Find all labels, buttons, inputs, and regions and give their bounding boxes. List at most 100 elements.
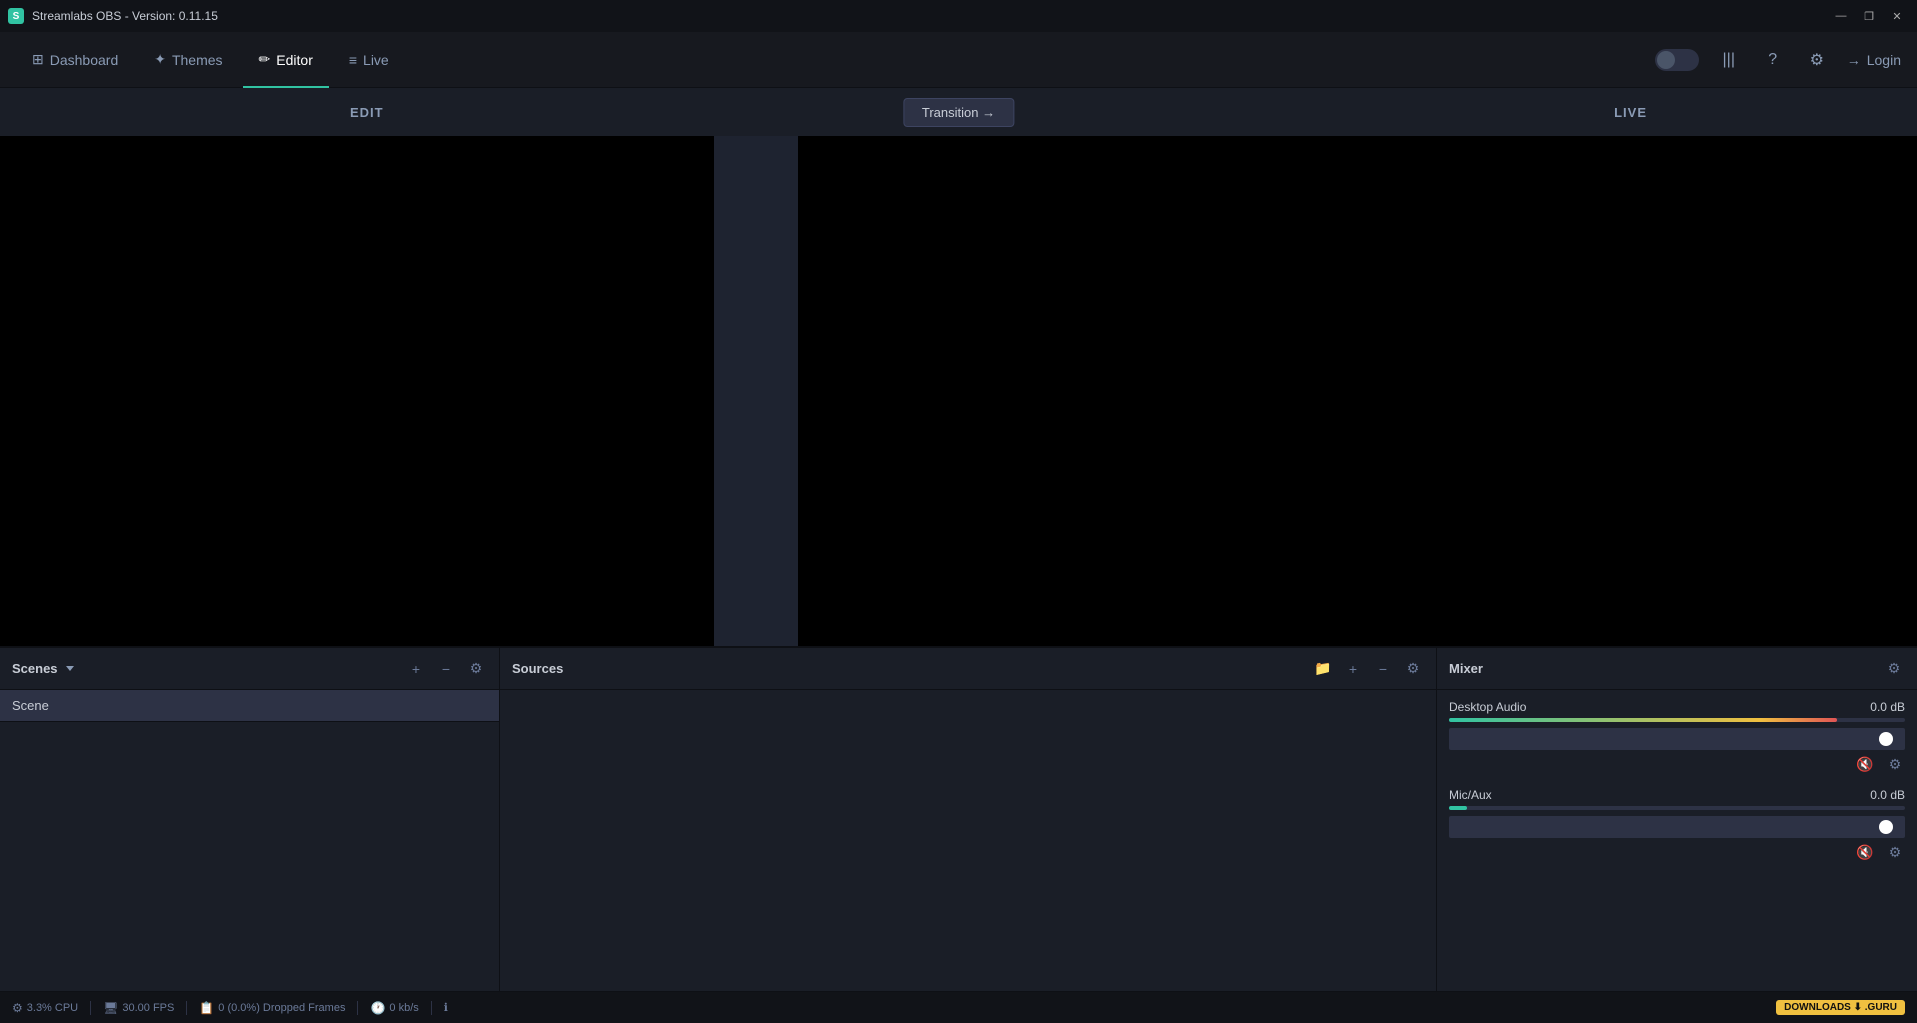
mixer-channel-desktop-db: 0.0 dB — [1870, 700, 1905, 714]
mixer-title-text: Mixer — [1449, 661, 1483, 676]
scene-item[interactable]: Scene — [0, 690, 499, 722]
mixer-fader-thumb-mic[interactable] — [1879, 820, 1893, 834]
studio-area: EDIT Transition → LIVE — [0, 88, 1917, 646]
mixer-panel-actions: ⚙ — [1883, 658, 1905, 680]
sources-folder-button[interactable]: 📁 — [1312, 658, 1334, 680]
scenes-panel-actions: + − ⚙ — [405, 658, 487, 680]
mixer-panel-header: Mixer ⚙ — [1437, 648, 1917, 690]
themes-icon: ✦ — [154, 51, 166, 68]
statusbar: ⚙ 3.3% CPU 🖥 30.00 FPS 📋 0 (0.0%) Droppe… — [0, 991, 1917, 1023]
status-info[interactable]: ℹ — [432, 1001, 460, 1014]
help-button[interactable]: ? — [1759, 46, 1787, 74]
sources-panel-header: Sources 📁 + − ⚙ — [500, 648, 1436, 690]
sources-settings-button[interactable]: ⚙ — [1402, 658, 1424, 680]
live-label: LIVE — [999, 105, 1917, 120]
scenes-add-button[interactable]: + — [405, 658, 427, 680]
studio-canvases — [0, 136, 1917, 646]
minimize-button[interactable]: — — [1829, 6, 1853, 26]
mixer-channels: Desktop Audio 0.0 dB 🔇 ⚙ Mic/Aux — [1437, 690, 1917, 991]
live-canvas — [798, 136, 1917, 646]
mixer-panel-title: Mixer — [1449, 661, 1483, 676]
edit-canvas[interactable] — [0, 136, 714, 646]
mixer-fader-mic[interactable] — [1449, 816, 1905, 838]
mixer-settings-mic[interactable]: ⚙ — [1885, 842, 1905, 862]
mixer-channel-desktop-name: Desktop Audio — [1449, 700, 1526, 714]
mixer-channel-mic-db: 0.0 dB — [1870, 788, 1905, 802]
scenes-panel: Scenes + − ⚙ Scene — [0, 648, 500, 991]
network-label: 0 kb/s — [389, 1002, 418, 1014]
sources-panel-title: Sources — [512, 661, 563, 676]
scenes-dropdown-icon[interactable] — [66, 666, 74, 671]
app-icon: S — [8, 8, 24, 24]
cpu-icon: ⚙ — [12, 1001, 23, 1015]
network-icon: 🕐 — [370, 1001, 385, 1015]
mixer-panel: Mixer ⚙ Desktop Audio 0.0 dB 🔇 — [1437, 648, 1917, 991]
mixer-channel-mic-header: Mic/Aux 0.0 dB — [1449, 788, 1905, 802]
mixer-mute-desktop[interactable]: 🔇 — [1855, 754, 1875, 774]
theme-toggle[interactable] — [1655, 49, 1699, 71]
app-title: Streamlabs OBS - Version: 0.11.15 — [32, 9, 218, 23]
mixer-level-fill-desktop — [1449, 718, 1837, 722]
login-icon: → — [1847, 52, 1861, 68]
scenes-list: Scene — [0, 690, 499, 991]
scenes-title-text: Scenes — [12, 661, 58, 676]
titlebar-left: S Streamlabs OBS - Version: 0.11.15 — [8, 8, 218, 24]
mixer-channel-mic-name: Mic/Aux — [1449, 788, 1492, 802]
editor-icon: ✏ — [259, 51, 271, 68]
nav-item-editor[interactable]: ✏ Editor — [243, 32, 329, 88]
scenes-panel-title: Scenes — [12, 661, 74, 676]
nav-label-themes: Themes — [172, 52, 223, 68]
nav-label-dashboard: Dashboard — [50, 52, 119, 68]
fps-label: 30.00 FPS — [122, 1002, 174, 1014]
downloads-badge[interactable]: DOWNLOADS ⬇ .GURU — [1776, 1000, 1905, 1015]
maximize-button[interactable]: ❐ — [1857, 6, 1881, 26]
mixer-settings-button[interactable]: ⚙ — [1883, 658, 1905, 680]
nav-item-themes[interactable]: ✦ Themes — [138, 32, 238, 88]
status-dropped: 📋 0 (0.0%) Dropped Frames — [187, 1001, 358, 1015]
scenes-panel-header: Scenes + − ⚙ — [0, 648, 499, 690]
transition-button[interactable]: Transition → — [903, 98, 1014, 127]
nav-item-live[interactable]: ≡ Live — [333, 32, 405, 88]
sources-panel-actions: 📁 + − ⚙ — [1312, 658, 1424, 680]
dropped-icon: 📋 — [199, 1001, 214, 1015]
mixer-bottom-controls-mic: 🔇 ⚙ — [1449, 842, 1905, 862]
sources-list — [500, 690, 1436, 991]
dropped-label: 0 (0.0%) Dropped Frames — [218, 1002, 345, 1014]
bars-button[interactable]: ||| — [1715, 46, 1743, 74]
titlebar: S Streamlabs OBS - Version: 0.11.15 — ❐ … — [0, 0, 1917, 32]
sources-add-button[interactable]: + — [1342, 658, 1364, 680]
bottom-panels: Scenes + − ⚙ Scene Sources 📁 + − ⚙ — [0, 646, 1917, 991]
statusbar-right: DOWNLOADS ⬇ .GURU — [1776, 1000, 1905, 1015]
scenes-settings-button[interactable]: ⚙ — [465, 658, 487, 680]
mixer-channel-desktop-header: Desktop Audio 0.0 dB — [1449, 700, 1905, 714]
mixer-bottom-controls-desktop: 🔇 ⚙ — [1449, 754, 1905, 774]
canvas-divider — [714, 136, 798, 646]
status-fps: 🖥 30.00 FPS — [91, 1001, 187, 1015]
info-icon: ℹ — [444, 1001, 448, 1014]
nav-items: ⊞ Dashboard ✦ Themes ✏ Editor ≡ Live — [16, 32, 405, 88]
cpu-label: 3.3% CPU — [27, 1002, 78, 1014]
status-network: 🕐 0 kb/s — [358, 1001, 431, 1015]
mixer-level-bar-mic — [1449, 806, 1905, 810]
mixer-mute-mic[interactable]: 🔇 — [1855, 842, 1875, 862]
studio-header: EDIT Transition → LIVE — [0, 88, 1917, 136]
close-button[interactable]: ✕ — [1885, 6, 1909, 26]
mixer-fader-desktop[interactable] — [1449, 728, 1905, 750]
settings-button[interactable]: ⚙ — [1803, 46, 1831, 74]
mixer-channel-mic: Mic/Aux 0.0 dB 🔇 ⚙ — [1449, 788, 1905, 862]
nav-label-live: Live — [363, 52, 389, 68]
nav-item-dashboard[interactable]: ⊞ Dashboard — [16, 32, 134, 88]
scenes-remove-button[interactable]: − — [435, 658, 457, 680]
mixer-channel-desktop: Desktop Audio 0.0 dB 🔇 ⚙ — [1449, 700, 1905, 774]
mixer-fader-thumb-desktop[interactable] — [1879, 732, 1893, 746]
sources-remove-button[interactable]: − — [1372, 658, 1394, 680]
mixer-level-fill-mic — [1449, 806, 1467, 810]
sources-title-text: Sources — [512, 661, 563, 676]
nav-label-editor: Editor — [276, 52, 313, 68]
mixer-settings-desktop[interactable]: ⚙ — [1885, 754, 1905, 774]
login-button[interactable]: → Login — [1847, 52, 1901, 68]
dashboard-icon: ⊞ — [32, 51, 44, 68]
live-icon: ≡ — [349, 52, 357, 68]
window-controls: — ❐ ✕ — [1829, 6, 1909, 26]
top-navigation: ⊞ Dashboard ✦ Themes ✏ Editor ≡ Live |||… — [0, 32, 1917, 88]
